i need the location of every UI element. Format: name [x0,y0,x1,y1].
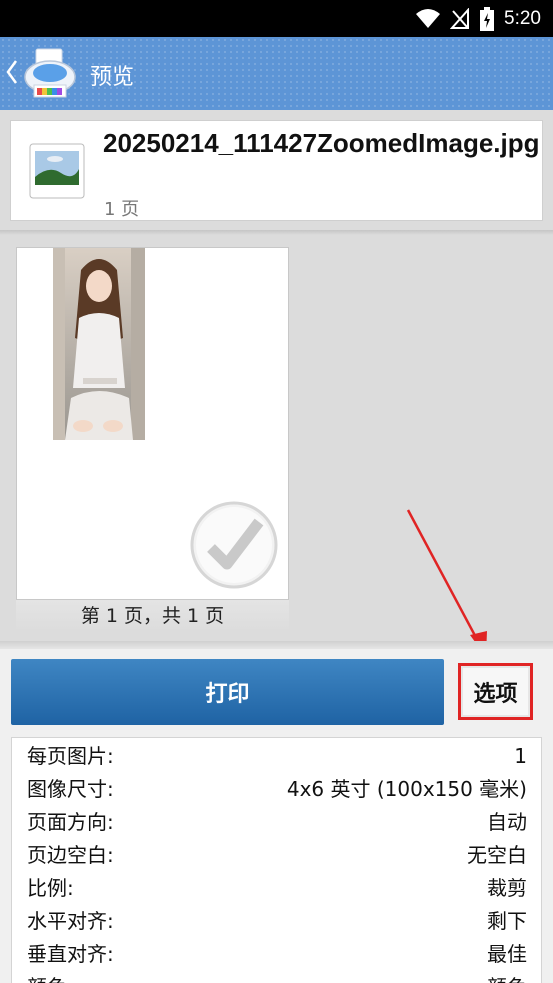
setting-label: 比例: [27,876,74,900]
setting-value: 颜色 [487,971,527,983]
setting-row[interactable]: 比例: 裁剪 [27,872,527,905]
setting-row[interactable]: 页面方向: 自动 [27,806,527,839]
setting-value: 最佳 [487,942,527,966]
app-bar: 预览 [0,37,553,110]
options-button[interactable]: 选项 [458,663,533,720]
divider [0,641,553,649]
setting-value: 4x6 英寸 (100x150 毫米) [286,777,527,801]
printer-icon [24,48,76,98]
check-icon [190,501,278,589]
page-thumbnail[interactable] [16,247,289,600]
setting-label: 颜色 [27,971,67,983]
setting-row[interactable]: 页边空白: 无空白 [27,839,527,872]
status-icons: 5:20 [416,6,541,32]
setting-label: 页面方向: [27,810,114,834]
setting-value: 无空白 [467,843,527,867]
setting-value: 自动 [487,810,527,834]
file-name: 20250214_111427ZoomedImage.jpg [103,128,540,158]
setting-row[interactable]: 垂直对齐: 最佳 [27,938,527,971]
setting-row[interactable]: 图像尺寸: 4x6 英寸 (100x150 毫米) [27,773,527,806]
file-info-card: 20250214_111427ZoomedImage.jpg 1 页 [10,120,543,221]
image-file-icon [29,143,85,199]
chevron-left-icon[interactable] [5,59,19,85]
clock: 5:20 [504,8,541,29]
setting-row[interactable]: 每页图片: 1 [27,740,527,773]
page-title: 预览 [90,65,135,90]
setting-value: 1 [514,744,527,768]
print-button[interactable]: 打印 [11,659,444,725]
setting-row[interactable]: 水平对齐: 剩下 [27,905,527,938]
preview-photo [53,248,145,440]
wifi-icon [416,9,441,28]
setting-row[interactable]: 颜色 颜色 [27,971,527,983]
setting-label: 图像尺寸: [27,777,114,801]
setting-label: 页边空白: [27,843,114,867]
file-page-count: 1 页 [104,199,140,220]
divider [0,230,553,235]
battery-charging-icon [480,7,495,31]
signal-off-icon [450,8,470,29]
status-bar: 5:20 [0,0,553,37]
print-settings-list: 每页图片: 1 图像尺寸: 4x6 英寸 (100x150 毫米) 页面方向: … [11,737,542,983]
setting-label: 水平对齐: [27,909,114,933]
setting-value: 裁剪 [487,876,527,900]
setting-label: 垂直对齐: [27,942,114,966]
page-caption: 第 1 页，共 1 页 [16,600,289,632]
setting-label: 每页图片: [27,744,114,768]
setting-value: 剩下 [487,909,527,933]
